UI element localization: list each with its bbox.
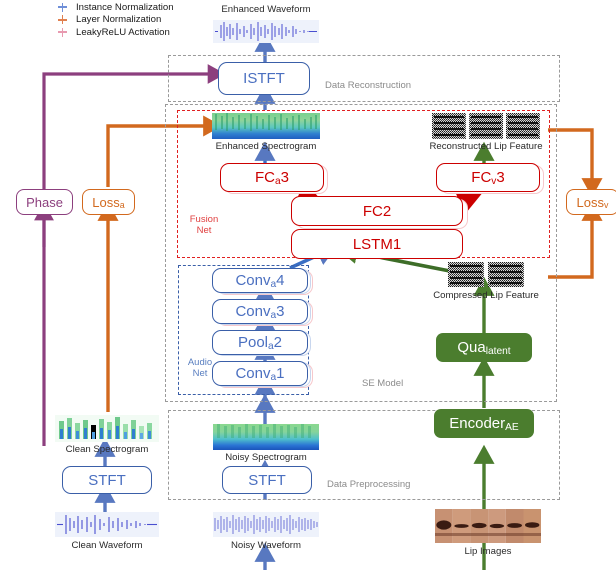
node-label: ISTFT [243,70,285,87]
node-label: FCv3 [471,169,505,188]
enhanced-spectrogram-image [212,113,320,139]
enhanced-waveform-image [213,20,319,43]
noisy-spectrogram-image [213,424,319,450]
node-label: FCa3 [254,169,289,188]
enhanced-spectrogram-caption: Enhanced Spectrogram [215,141,317,152]
diagram-canvas: Instance Normalization Layer Normalizati… [0,0,616,586]
node-label: Poola2 [237,334,283,353]
node-label: Phase [26,194,63,210]
noisy-spectrogram-caption: Noisy Spectrogram [225,452,307,463]
clean-waveform-caption: Clean Waveform [71,540,143,551]
node-label: EncoderAE [449,415,519,434]
four-point-star-icon [58,15,67,25]
node-lstm1[interactable]: LSTM1 [291,229,463,259]
compressed-lip-feature-image [448,262,524,287]
node-fc-a3[interactable]: FCa3 [220,163,324,192]
node-label: Qualatent [457,339,511,358]
group-label: Data Preprocessing [327,479,411,490]
four-point-star-icon [58,2,67,12]
node-encoder-ae[interactable]: EncoderAE [434,409,534,438]
clean-spectrogram-caption: Clean Spectrogram [65,444,149,455]
reconstructed-lip-feature-image [432,113,540,139]
node-conv-a1[interactable]: Conva1 [212,361,308,386]
node-conv-a4[interactable]: Conva4 [212,268,308,293]
lip-images-image [435,509,541,543]
lip-images-caption: Lip Images [464,546,512,557]
node-stft-noisy[interactable]: STFT [222,466,312,494]
compressed-lip-feature-caption: Compressed Lip Feature [433,290,539,301]
node-pool-a2[interactable]: Poola2 [212,330,308,355]
legend-item-leakyrelu: LeakyReLU Activation [58,26,174,39]
legend: Instance Normalization Layer Normalizati… [58,1,174,39]
group-label: SE Model [362,378,404,389]
node-label: Conva1 [235,365,285,384]
four-point-star-icon [58,27,67,37]
enhanced-waveform-caption: Enhanced Waveform [221,4,311,15]
legend-label: LeakyReLU Activation [76,26,170,38]
node-fc2[interactable]: FC2 [291,196,463,226]
node-stft-clean[interactable]: STFT [62,466,152,494]
node-istft[interactable]: ISTFT [218,62,310,95]
node-phase[interactable]: Phase [16,189,73,215]
node-loss-a[interactable]: Lossa [82,189,135,215]
clean-spectrogram-image [55,415,159,442]
group-label: Fusion Net [189,214,219,236]
noisy-waveform-caption: Noisy Waveform [230,540,301,551]
node-label: STFT [248,471,286,489]
legend-label: Layer Normalization [76,14,162,26]
node-label: Conva4 [235,272,285,291]
group-label: Data Reconstruction [325,80,412,91]
node-label: FC2 [362,202,392,220]
clean-waveform-image [55,512,159,537]
node-label: LSTM1 [352,235,402,253]
reconstructed-lip-feature-caption: Reconstructed Lip Feature [429,141,543,152]
node-fc-v3[interactable]: FCv3 [436,163,540,192]
node-qua-latent[interactable]: Qualatent [436,333,532,362]
legend-label: Instance Normalization [76,1,174,13]
legend-item-instance-norm: Instance Normalization [58,1,174,14]
node-conv-a3[interactable]: Conva3 [212,299,308,324]
node-label: Lossa [92,194,125,211]
node-label: STFT [88,471,126,489]
node-loss-v[interactable]: Lossv [566,189,616,215]
node-label: Conva3 [235,303,285,322]
node-label: Lossv [576,194,609,211]
legend-item-layer-norm: Layer Normalization [58,14,174,27]
noisy-waveform-image [213,512,319,537]
